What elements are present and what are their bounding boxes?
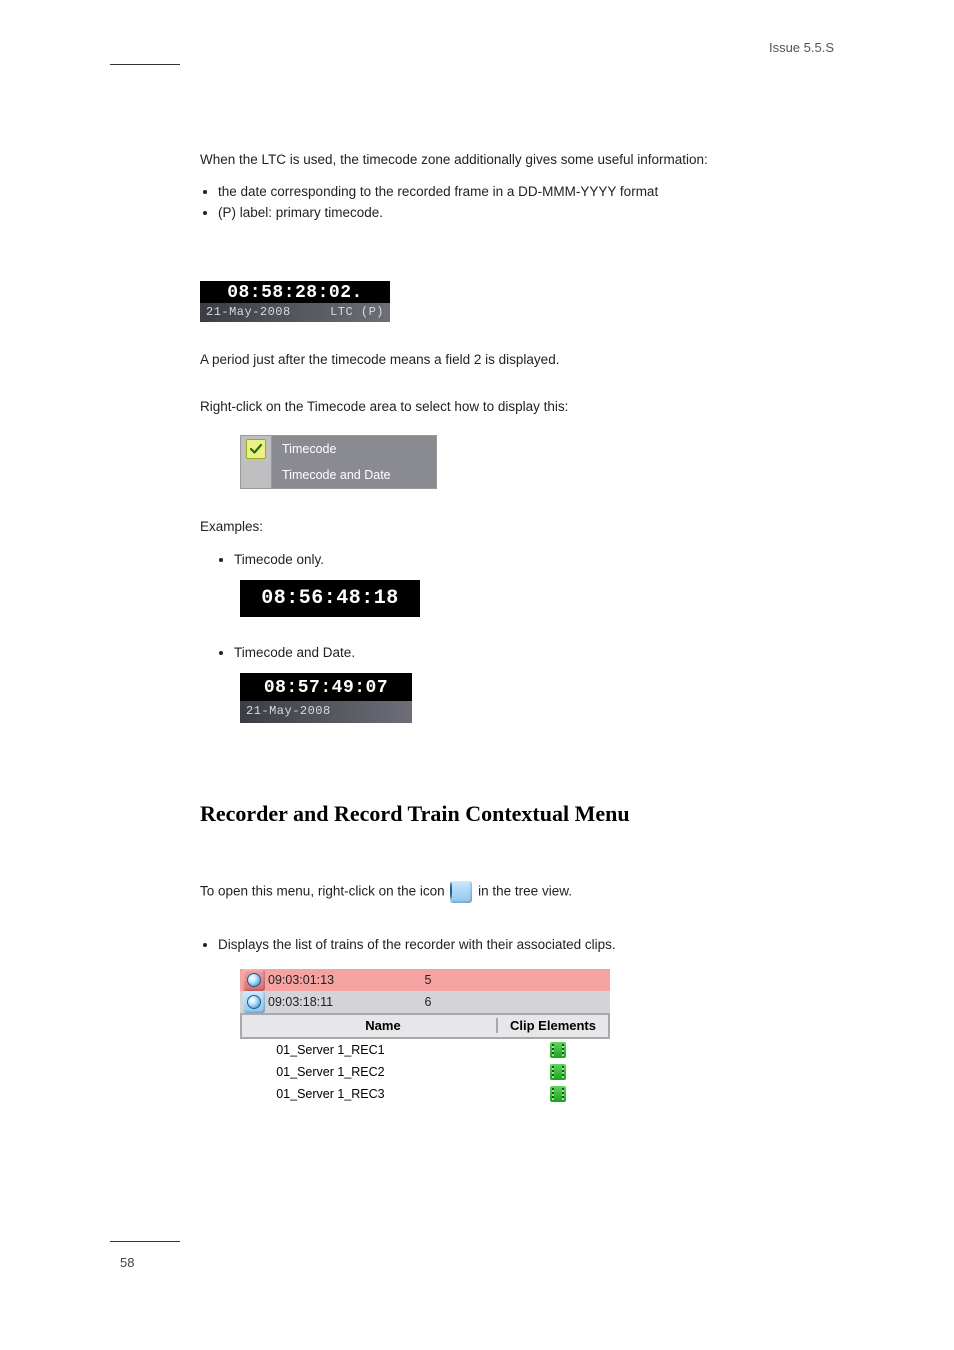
menu-item-timecode-and-date[interactable]: Timecode and Date — [241, 462, 436, 488]
timecode-and-date-display: 08:57:49:07 21-May-2008 — [240, 673, 412, 723]
clip-row[interactable]: 01_Server 1_REC2 — [240, 1061, 610, 1083]
example-timecode-label: Timecode only. — [234, 552, 324, 567]
intro-bullets: the date corresponding to the recorded f… — [218, 182, 840, 223]
timecode-date: 21-May-2008 — [206, 305, 291, 319]
train-index: 5 — [408, 973, 448, 987]
clip-table-header: Name Clip Elements — [240, 1013, 610, 1039]
film-clip-icon — [550, 1042, 566, 1058]
page-number: 58 — [120, 1255, 134, 1270]
timecode-display-context-menu: Timecode Timecode and Date — [240, 435, 437, 489]
header-rule — [110, 64, 180, 65]
recorder-open-instruction: To open this menu, right-click on the ic… — [200, 881, 840, 903]
clip-name: 01_Server 1_REC1 — [276, 1043, 505, 1057]
train-timecode: 09:03:18:11 — [268, 995, 408, 1009]
clip-row[interactable]: 01_Server 1_REC1 — [240, 1039, 610, 1061]
clip-name: 01_Server 1_REC2 — [276, 1065, 505, 1079]
train-timecode: 09:03:01:13 — [268, 973, 408, 987]
rightclick-note: Right-click on the Timecode area to sele… — [200, 397, 840, 417]
column-header-name: Name — [270, 1018, 496, 1033]
recorder-icon — [243, 991, 265, 1013]
example-timecode-date-label: Timecode and Date. — [234, 645, 355, 660]
check-icon — [246, 439, 266, 459]
timecode-value: 08:57:49:07 — [240, 673, 412, 701]
page-header-right: Issue 5.5.S — [769, 40, 834, 55]
intro-paragraph: When the LTC is used, the timecode zone … — [200, 150, 840, 170]
timecode-value: 08:58:28:02. — [200, 281, 390, 303]
timecode-widget-full: 08:58:28:02. 21-May-2008 LTC (P) — [200, 281, 390, 322]
period-note: A period just after the timecode means a… — [200, 350, 840, 370]
footer-rule — [110, 1241, 180, 1242]
clip-row[interactable]: 01_Server 1_REC3 — [240, 1083, 610, 1105]
record-train-row[interactable]: 09:03:18:11 6 — [240, 991, 610, 1013]
menu-item-timecode[interactable]: Timecode — [241, 436, 436, 462]
recorder-icon — [243, 969, 265, 991]
train-index: 6 — [408, 995, 448, 1009]
menu-item-label: Timecode and Date — [272, 462, 436, 488]
timecode-marker: LTC (P) — [330, 305, 384, 319]
bullet-text: the date corresponding to the recorded f… — [218, 184, 658, 199]
timecode-date: 21-May-2008 — [246, 703, 331, 720]
record-list-description: Displays the list of trains of the recor… — [218, 937, 616, 952]
bullet-text: (P) label: primary timecode. — [218, 205, 383, 220]
film-clip-icon — [550, 1086, 566, 1102]
timecode-only-display: 08:56:48:18 — [240, 580, 420, 617]
section-heading-recorder: Recorder and Record Train Contextual Men… — [200, 801, 840, 827]
clip-name: 01_Server 1_REC3 — [276, 1087, 505, 1101]
menu-item-label: Timecode — [272, 436, 436, 462]
recorder-icon — [450, 881, 472, 903]
examples-heading: Examples: — [200, 517, 840, 537]
record-train-row[interactable]: 09:03:01:13 5 — [240, 969, 610, 991]
film-clip-icon — [550, 1064, 566, 1080]
column-header-clip-elements: Clip Elements — [496, 1018, 608, 1033]
